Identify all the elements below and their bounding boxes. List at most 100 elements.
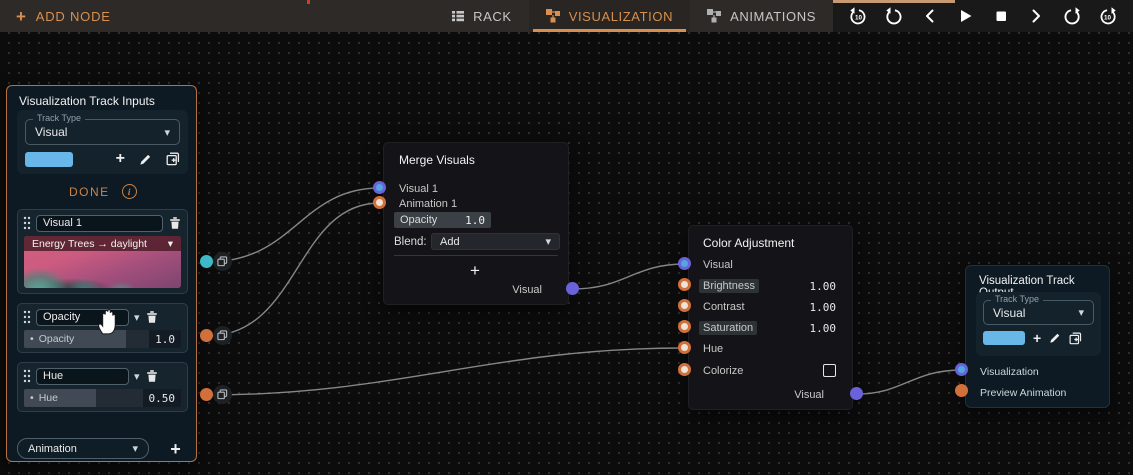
- input-label-visual: Visual: [703, 259, 733, 271]
- output-visualization-input-port[interactable]: [955, 363, 968, 376]
- add-node-button[interactable]: + ADD NODE: [0, 0, 127, 32]
- color-hue-input-port[interactable]: [678, 341, 691, 354]
- duplicate-connection-chip[interactable]: [213, 326, 232, 345]
- colorize-checkbox[interactable]: [823, 364, 836, 377]
- input-label-colorize: Colorize: [703, 365, 744, 377]
- input-label-visual-1: Visual 1: [399, 183, 438, 195]
- merge-visuals-node[interactable]: Merge Visuals Visual 1 Animation 1 Opaci…: [383, 142, 569, 305]
- port-opacity-output[interactable]: [200, 329, 213, 342]
- port-visual-1-output[interactable]: [200, 255, 213, 268]
- track-color-row: +: [25, 151, 180, 167]
- plus-icon: +: [170, 438, 181, 459]
- merge-visual-output-port[interactable]: [566, 282, 579, 295]
- track-name-input[interactable]: Opacity: [36, 308, 129, 326]
- drag-handle-icon[interactable]: [23, 310, 31, 324]
- visual-preset-select[interactable]: Energy Trees → daylight ▾: [24, 236, 181, 251]
- chevron-down-icon: ▾: [1078, 307, 1084, 319]
- stop-button[interactable]: [988, 3, 1014, 29]
- add-color-button[interactable]: +: [116, 151, 125, 167]
- color-contrast-input-port[interactable]: [678, 299, 691, 312]
- duplicate-connection-chip[interactable]: [213, 252, 232, 271]
- opacity-value-row[interactable]: Opacity 1.0: [394, 212, 491, 228]
- trash-icon[interactable]: [168, 216, 182, 230]
- opacity-value: 1.0: [465, 213, 485, 227]
- color-colorize-input-port[interactable]: [678, 363, 691, 376]
- param-row-opacity[interactable]: • Opacity 1.0: [24, 330, 181, 348]
- play-button[interactable]: [952, 3, 978, 29]
- output-preview-animation-input-port[interactable]: [955, 384, 968, 397]
- rack-list-icon: [452, 11, 465, 22]
- panel-title: Visualization Track Inputs: [19, 94, 155, 108]
- copy-plus-icon: [166, 152, 180, 166]
- duplicate-color-button[interactable]: [166, 152, 180, 166]
- trash-icon[interactable]: [145, 310, 159, 324]
- copy-icon: [217, 330, 228, 341]
- copy-icon: [217, 256, 228, 267]
- color-swatch[interactable]: [983, 331, 1025, 345]
- param-value[interactable]: 0.50: [142, 389, 181, 407]
- plus-icon: +: [16, 6, 27, 26]
- chevron-down-icon[interactable]: ▾: [134, 370, 140, 383]
- track-name-input[interactable]: Visual 1: [36, 214, 163, 232]
- node-graph-icon: [707, 9, 722, 23]
- add-track-type-select[interactable]: Animation ▾: [17, 438, 149, 459]
- wire-merge-to-color: [572, 263, 686, 290]
- track-card-opacity: Opacity ▾ • Opacity 1.0: [17, 303, 188, 353]
- svg-text:10: 10: [855, 14, 863, 21]
- color-visual-input-port[interactable]: [678, 257, 691, 270]
- view-tabs: RACK VISUALIZATION ANIMATIONS: [434, 0, 833, 32]
- tab-animations[interactable]: ANIMATIONS: [690, 0, 833, 32]
- trash-icon[interactable]: [145, 369, 159, 383]
- plus-icon: +: [115, 150, 125, 167]
- saturation-value[interactable]: 1.00: [810, 322, 837, 335]
- chevron-down-icon: ▾: [132, 443, 138, 455]
- chevron-down-icon[interactable]: ▾: [134, 311, 140, 324]
- color-saturation-input-port[interactable]: [678, 320, 691, 333]
- duplicate-connection-chip[interactable]: [213, 385, 232, 404]
- add-input-button[interactable]: +: [470, 261, 480, 281]
- pencil-icon: [1050, 333, 1060, 343]
- merge-animation-1-input-port[interactable]: [373, 196, 386, 209]
- step-forward-button[interactable]: [1023, 3, 1049, 29]
- blend-select[interactable]: Add ▾: [431, 233, 560, 250]
- node-title: Merge Visuals: [399, 153, 475, 167]
- track-type-label: Track Type: [991, 294, 1044, 304]
- info-icon[interactable]: i: [121, 184, 137, 199]
- drag-handle-icon[interactable]: [23, 216, 31, 230]
- drag-handle-icon[interactable]: [23, 369, 31, 383]
- visual-preset-preview[interactable]: Energy Trees → daylight ▾: [24, 236, 181, 288]
- copy-icon: [217, 389, 228, 400]
- tab-rack[interactable]: RACK: [434, 0, 529, 32]
- color-swatch[interactable]: [25, 151, 73, 167]
- add-color-button[interactable]: +: [1033, 331, 1041, 345]
- color-visual-output-port[interactable]: [850, 387, 863, 400]
- duplicate-color-button[interactable]: [1069, 332, 1082, 345]
- visualization-track-output-panel[interactable]: Visualization Track Output Track Type Vi…: [965, 265, 1110, 408]
- step-back-button[interactable]: [917, 3, 943, 29]
- track-type-select[interactable]: Track Type Visual ▾: [25, 113, 180, 145]
- contrast-value[interactable]: 1.00: [810, 301, 837, 314]
- track-type-select[interactable]: Track Type Visual ▾: [983, 294, 1094, 325]
- visualization-track-inputs-panel[interactable]: Visualization Track Inputs Track Type Vi…: [6, 85, 197, 462]
- done-button[interactable]: DONE: [69, 185, 110, 199]
- color-brightness-input-port[interactable]: [678, 278, 691, 291]
- replay-10-button[interactable]: 10: [846, 3, 872, 29]
- bullet-icon: •: [30, 333, 34, 345]
- param-row-hue[interactable]: • Hue 0.50: [24, 389, 181, 407]
- input-label-preview-animation: Preview Animation: [980, 387, 1067, 399]
- forward-10-button[interactable]: 10: [1094, 3, 1120, 29]
- port-hue-output[interactable]: [200, 388, 213, 401]
- merge-visual-1-input-port[interactable]: [373, 181, 386, 194]
- edit-color-button[interactable]: [139, 153, 152, 166]
- color-adjustment-node[interactable]: Color Adjustment Visual Brightness 1.00 …: [688, 225, 853, 410]
- track-name-input[interactable]: Hue: [36, 367, 129, 385]
- track-type-section: Track Type Visual ▾ +: [976, 292, 1101, 356]
- node-canvas[interactable]: Visualization Track Inputs Track Type Vi…: [0, 32, 1133, 475]
- rotate-cw-button[interactable]: [1059, 3, 1085, 29]
- edit-color-button[interactable]: [1049, 332, 1061, 344]
- add-track-button[interactable]: +: [165, 438, 186, 459]
- rotate-ccw-button[interactable]: [881, 3, 907, 29]
- tab-visualization[interactable]: VISUALIZATION: [528, 0, 691, 32]
- brightness-value[interactable]: 1.00: [810, 280, 837, 293]
- param-value[interactable]: 1.0: [149, 330, 181, 348]
